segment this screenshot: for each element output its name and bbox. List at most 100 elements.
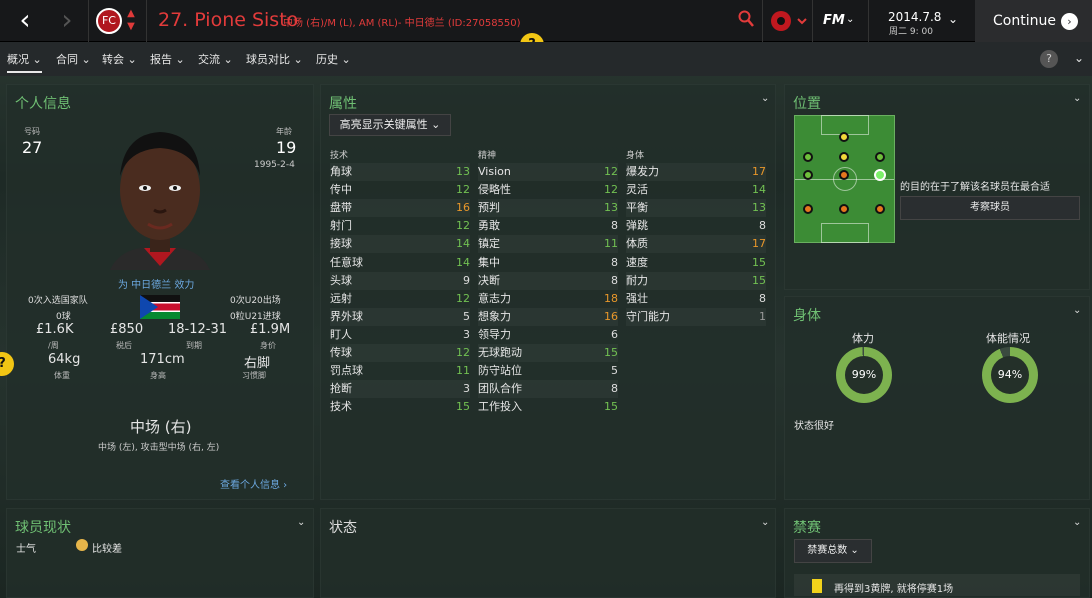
attribute-row[interactable]: 工作投入 15 — [478, 398, 618, 416]
penalty-box-bottom — [821, 223, 869, 243]
attribute-name: 决断 — [478, 273, 500, 287]
club-menu-icon[interactable] — [771, 10, 807, 35]
search-icon[interactable] — [738, 10, 754, 30]
attribute-row[interactable]: 爆发力 17 — [626, 163, 766, 181]
physical-panel: 身体 ⌄ — [784, 296, 1090, 500]
attribute-row[interactable]: 守门能力 1 — [626, 307, 766, 326]
panel-chevron-icon[interactable]: ⌄ — [1073, 517, 1081, 528]
panel-chevron-icon[interactable]: ⌄ — [1073, 93, 1081, 104]
highlight-filter-dropdown[interactable]: 高亮显示关键属性 ⌄ — [329, 114, 451, 136]
attribute-row[interactable]: 射门 12 — [330, 217, 470, 235]
age-label: 年龄 — [276, 127, 292, 136]
attribute-row[interactable]: 弹跳 8 — [626, 217, 766, 235]
panel-chevron-icon[interactable]: ⌄ — [1073, 305, 1081, 316]
attribute-row[interactable]: 灵活 14 — [626, 181, 766, 199]
attribute-row[interactable]: 头球 9 — [330, 271, 470, 290]
position-pitch — [794, 115, 895, 243]
wage-after-tax: £850 — [110, 322, 144, 337]
attribute-value: 11 — [604, 237, 618, 251]
club-badge-icon[interactable]: FC — [96, 8, 122, 34]
view-personal-info-link[interactable]: 查看个人信息 › — [220, 476, 287, 491]
value-label: 身价 — [260, 341, 276, 350]
attribute-name: 团队合作 — [478, 382, 522, 396]
attribute-row[interactable]: 体质 17 — [626, 235, 766, 254]
attribute-row[interactable]: 技术 15 — [330, 398, 470, 416]
player-switch-icon[interactable]: ▲ ▼ — [124, 7, 138, 33]
attribute-row[interactable]: 抢断 3 — [330, 380, 470, 399]
panel-chevron-icon[interactable]: ⌄ — [761, 517, 769, 528]
attribute-name: 灵活 — [626, 183, 648, 197]
attribute-row[interactable]: 团队合作 8 — [478, 380, 618, 399]
attribute-value: 15 — [752, 255, 766, 269]
attribute-value: 8 — [759, 219, 766, 233]
attribute-row[interactable]: 罚点球 11 — [330, 362, 470, 380]
weight: 64kg — [48, 352, 81, 367]
attribute-row[interactable]: 盯人 3 — [330, 326, 470, 344]
player-face-avatar — [110, 128, 210, 270]
attribute-row[interactable]: 远射 12 — [330, 290, 470, 308]
attribute-row[interactable]: 想象力 16 — [478, 307, 618, 326]
panel-chevron-icon[interactable]: ⌄ — [761, 93, 769, 104]
menu-report[interactable]: 报告 ⌄ — [150, 51, 185, 67]
menu-transfer[interactable]: 转会 ⌄ — [102, 51, 137, 67]
attribute-row[interactable]: 传球 12 — [330, 344, 470, 362]
attribute-row[interactable]: 集中 8 — [478, 254, 618, 272]
attribute-row[interactable]: 接球 14 — [330, 235, 470, 254]
form-panel: 状态 ⌄ — [320, 508, 776, 598]
attribute-row[interactable]: 勇敢 8 — [478, 217, 618, 235]
attribute-row[interactable]: Vision 12 — [478, 163, 618, 181]
attribute-row[interactable]: 侵略性 12 — [478, 181, 618, 199]
stamina-value: 99% — [845, 356, 883, 394]
club-link[interactable]: 为 中日德兰 效力 — [118, 276, 194, 291]
attribute-row[interactable]: 平衡 13 — [626, 199, 766, 218]
attribute-row[interactable]: 预判 13 — [478, 199, 618, 218]
attribute-name: 预判 — [478, 201, 500, 215]
age-value: 19 — [276, 138, 297, 157]
game-date: 2014.7.8 周二 9: 00 — [888, 10, 942, 37]
attribute-row[interactable]: 领导力 6 — [478, 326, 618, 344]
attribute-name: 传中 — [330, 183, 352, 197]
attribute-value: 8 — [759, 291, 766, 305]
fm-logo[interactable]: FM — [823, 13, 845, 28]
help-icon[interactable]: ? — [1040, 50, 1058, 68]
continue-button[interactable]: Continue › — [975, 0, 1092, 42]
attribute-row[interactable]: 传中 12 — [330, 181, 470, 199]
attribute-name: 任意球 — [330, 255, 363, 269]
fm-menu-chevron-icon[interactable]: ⌄ — [846, 14, 854, 25]
attribute-name: 罚点球 — [330, 364, 363, 378]
panel-title: 位置 — [793, 96, 821, 112]
attribute-row[interactable]: 防守站位 5 — [478, 362, 618, 380]
attribute-name: 强壮 — [626, 291, 648, 305]
attribute-row[interactable]: 速度 15 — [626, 254, 766, 272]
attribute-row[interactable]: 镇定 11 — [478, 235, 618, 254]
attribute-value: 14 — [456, 237, 470, 251]
menu-overview[interactable]: 概况 ⌄ — [7, 51, 42, 73]
menu-compare[interactable]: 球员对比 ⌄ — [246, 51, 303, 67]
back-button[interactable]: ‹ — [6, 0, 44, 42]
menu-interaction[interactable]: 交流 ⌄ — [198, 51, 233, 67]
bans-filter-dropdown[interactable]: 禁赛总数 ⌄ — [794, 539, 872, 563]
scout-player-button[interactable]: 考察球员 — [900, 196, 1080, 220]
attribute-row[interactable]: 强壮 8 — [626, 290, 766, 308]
menu-history[interactable]: 历史 ⌄ — [316, 51, 351, 67]
attribute-row[interactable]: 角球 13 — [330, 163, 470, 181]
menu-expand-icon[interactable]: ⌄ — [1074, 51, 1084, 65]
attribute-row[interactable]: 意志力 18 — [478, 290, 618, 308]
attribute-row[interactable]: 任意球 14 — [330, 254, 470, 272]
attribute-row[interactable]: 决断 8 — [478, 271, 618, 290]
date-chevron-icon[interactable]: ⌄ — [948, 12, 958, 26]
player-description: 中场 (右)/M (L), AM (RL)- 中日德兰 (ID:27058550… — [283, 18, 521, 29]
top-bar: ‹ › FC ▲ ▼ 27. Pione Sisto 中场 (右)/M (L), … — [0, 0, 1092, 42]
panel-title: 身体 — [793, 308, 821, 324]
position-marker — [839, 152, 849, 162]
attribute-name: 远射 — [330, 291, 352, 305]
attribute-row[interactable]: 耐力 15 — [626, 271, 766, 290]
contract-expiry: 18-12-31 — [168, 322, 228, 337]
panel-chevron-icon[interactable]: ⌄ — [297, 517, 305, 528]
attribute-name: 盘带 — [330, 201, 352, 215]
attribute-row[interactable]: 无球跑动 15 — [478, 344, 618, 362]
menu-contract[interactable]: 合同 ⌄ — [56, 51, 91, 67]
attribute-row[interactable]: 界外球 5 — [330, 307, 470, 326]
forward-button[interactable]: › — [48, 0, 86, 42]
attribute-row[interactable]: 盘带 16 — [330, 199, 470, 218]
